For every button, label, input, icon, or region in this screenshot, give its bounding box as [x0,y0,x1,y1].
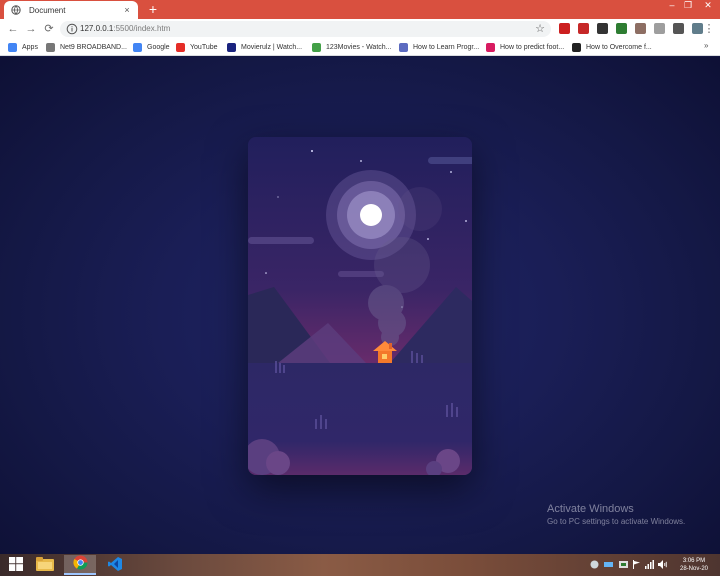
bookmark-label: Net9 BROADBAND... [60,43,127,51]
tray-app-icon[interactable] [604,560,613,569]
back-button[interactable]: ← [6,22,20,36]
close-window-button[interactable]: ✕ [700,0,716,12]
url-text: 127.0.0.1:5500/index.htm [80,24,170,33]
bookmark-label: Movierulz | Watch... [241,43,303,51]
system-clock[interactable]: 3:06 PM 28-Nov-20 [672,557,716,573]
bookmark-item[interactable]: Apps [8,41,38,53]
vscode-button[interactable] [99,555,131,575]
menu-button[interactable]: ⋮ [702,22,716,36]
site-info-icon[interactable] [66,23,78,35]
page-viewport: Activate Windows Go to PC settings to ac… [0,57,720,554]
globe-icon [10,5,21,16]
bookmark-label: How to predict foot... [500,43,565,51]
reload-button[interactable]: ⟳ [42,22,56,36]
movies-icon [312,42,321,52]
movierulz-icon [227,42,236,52]
bookmark-star-icon[interactable]: ☆ [535,22,545,35]
flag-icon[interactable] [632,560,641,569]
url-path: :5500/index.htm [113,24,171,33]
bookmark-label: How to Learn Progr... [413,43,480,51]
bookmark-item[interactable]: Movierulz | Watch... [227,41,302,53]
bookmark-item[interactable]: How to Overcome f... [572,41,652,53]
store-icon[interactable] [597,23,608,34]
maximize-button[interactable]: ❐ [680,0,696,12]
youtube-icon [176,42,185,52]
chrome-button[interactable] [64,555,96,575]
chrome-icon [72,555,88,573]
file-explorer-button[interactable] [29,555,61,575]
tray-app-icon[interactable] [619,560,628,569]
windows-icon [9,556,23,574]
medium-icon [572,42,581,52]
forward-button[interactable]: → [24,22,38,36]
opera-icon[interactable] [559,23,570,34]
url-host: 127.0.0.1 [80,24,114,33]
bookmark-item[interactable]: YouTube [176,41,218,53]
activate-subtitle: Go to PC settings to activate Windows. [547,517,686,526]
address-bar[interactable]: 127.0.0.1:5500/index.htm ☆ [60,21,551,37]
clock-date: 28-Nov-20 [679,566,708,572]
bookmark-label: Apps [22,43,38,51]
cloud-streak [428,157,472,164]
green-cube-icon[interactable] [616,23,627,34]
bookmarks-overflow-button[interactable]: » [704,41,708,50]
bookmark-label: YouTube [190,43,218,51]
night-scene-card [248,137,472,475]
tab-close-icon[interactable]: × [122,5,132,15]
vscode-icon [108,556,122,574]
k-icon [486,42,495,52]
browser-toolbar: ← → ⟳ 127.0.0.1:5500/index.htm ☆ ⋮ [0,19,720,39]
bookmark-label: How to Overcome f... [586,43,652,51]
activate-windows-watermark: Activate Windows Go to PC settings to ac… [547,503,685,526]
tab-document[interactable]: Document × [4,1,138,19]
cloud-icon[interactable] [654,23,665,34]
bookmarks-bar: » Apps Net9 BROADBAND... Google YouTube Movi… [0,39,720,56]
folder-icon [36,556,54,574]
globe-icon [46,42,55,52]
minimize-button[interactable]: – [664,0,680,12]
bookmark-item[interactable]: Google [133,41,170,53]
cloud-streak [248,237,314,244]
new-tab-button[interactable]: + [146,1,160,17]
clock-time: 3:06 PM [682,558,706,564]
google-icon [133,42,142,52]
red-box-icon[interactable] [578,23,589,34]
bookmark-label: Google [147,43,170,51]
apps-grid-icon [8,42,17,52]
signal-icon[interactable] [645,560,654,569]
windows-taskbar: 3:06 PM 28-Nov-20 [0,554,720,576]
bookmark-item[interactable]: How to predict foot... [486,41,564,53]
volume-icon[interactable] [658,560,667,569]
bookmark-item[interactable]: 123Movies - Watch... [312,41,392,53]
puzzle-icon[interactable] [673,23,684,34]
activate-title: Activate Windows [547,503,634,515]
bookmark-item[interactable]: Net9 BROADBAND... [46,41,127,53]
bookmark-item[interactable]: How to Learn Progr... [399,41,479,53]
bookmark-label: 123Movies - Watch... [326,43,392,51]
network-globe-icon[interactable] [590,560,599,569]
start-button[interactable] [0,555,32,575]
tab-title: Document [29,5,66,15]
learn-icon [399,42,408,52]
grid-icon[interactable] [635,23,646,34]
tab-strip: Document × + – ❐ ✕ [0,0,720,19]
